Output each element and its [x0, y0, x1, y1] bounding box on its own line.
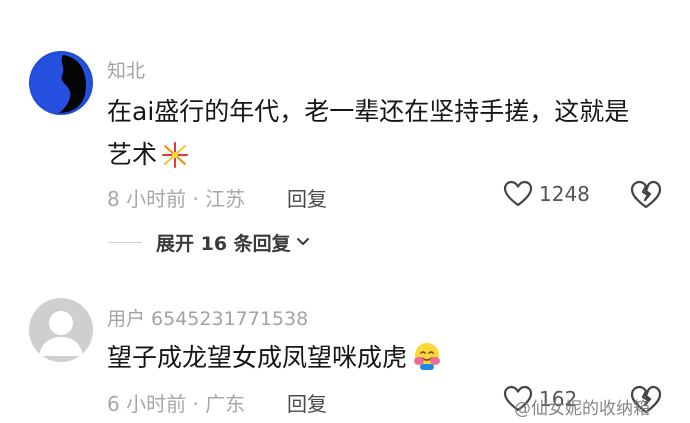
broken-heart-icon — [630, 180, 662, 209]
comment-text: 在ai盛行的年代，老一辈还在坚持手搓，这就是 — [107, 97, 630, 126]
expand-replies-label: 展开 16 条回复 — [156, 232, 291, 255]
reply-button[interactable]: 回复 — [287, 183, 327, 212]
chevron-down-icon — [296, 238, 309, 245]
comment-text: 望子成龙望女成凤望咪成虎 — [107, 335, 443, 386]
like-count: 1248 — [539, 182, 590, 206]
profile-silhouette-icon — [29, 51, 93, 115]
hugging-face-emoji-icon — [411, 340, 443, 386]
divider-line — [108, 241, 142, 243]
like-button[interactable]: 1248 — [503, 177, 590, 211]
avatar[interactable] — [29, 298, 93, 362]
default-user-icon — [29, 298, 93, 362]
comment-text-line1: 望子成龙望女成凤望咪成虎 — [107, 343, 408, 372]
timestamp-location: 6 小时前 · 广东 — [107, 392, 246, 416]
username[interactable]: 用户 6545231771538 — [107, 304, 308, 331]
comment-text-line2: 艺术 — [107, 140, 158, 169]
username[interactable]: 知北 — [107, 56, 145, 83]
reply-button[interactable]: 回复 — [287, 388, 327, 417]
timestamp-location: 8 小时前 · 江苏 — [107, 187, 246, 211]
heart-icon — [503, 180, 533, 207]
watermark: @仙女妮的收纳箱 — [514, 399, 650, 419]
expand-replies-button[interactable]: 展开 16 条回复 — [108, 228, 312, 256]
comment-text-continued: 艺术 — [107, 132, 189, 183]
dislike-button[interactable] — [629, 177, 663, 211]
firework-emoji-icon — [161, 138, 189, 183]
avatar[interactable] — [29, 51, 93, 115]
